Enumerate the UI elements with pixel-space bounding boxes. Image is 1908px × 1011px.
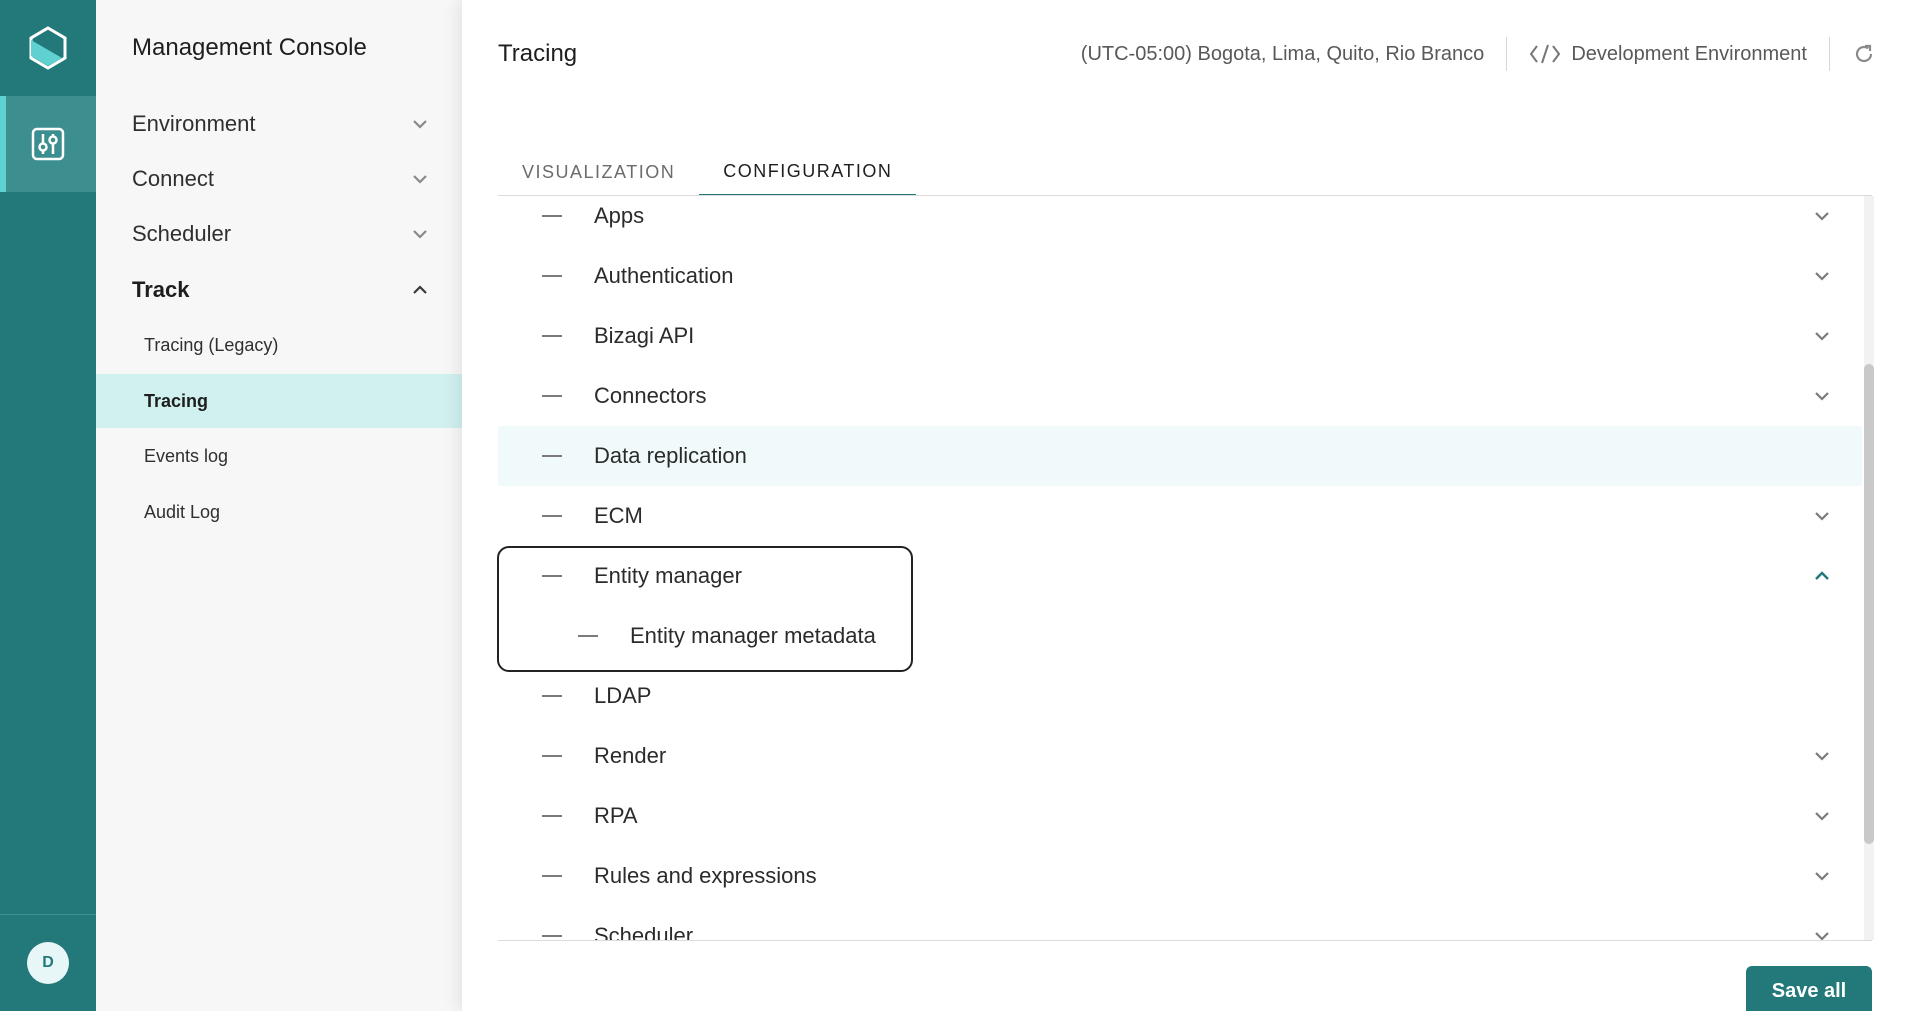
sidebar-group-track[interactable]: Track <box>132 270 432 310</box>
config-row-rpa[interactable]: RPA <box>498 786 1862 846</box>
chevron-down-icon[interactable] <box>1810 504 1834 528</box>
minus-icon <box>542 455 562 457</box>
minus-icon <box>542 275 562 277</box>
config-row-label: Rules and expressions <box>594 863 817 888</box>
config-row-scheduler[interactable]: Scheduler <box>498 906 1862 940</box>
tab-visualization[interactable]: VISUALIZATION <box>498 148 699 196</box>
environment-label: Development Environment <box>1571 42 1807 65</box>
sidebar-group-connect[interactable]: Connect <box>132 159 432 199</box>
chevron-down-icon[interactable] <box>1810 264 1834 288</box>
configuration-list: Apps Authentication Bizagi API Connector… <box>498 196 1862 940</box>
chevron-down-icon[interactable] <box>1810 804 1834 828</box>
config-row-connectors[interactable]: Connectors <box>498 366 1862 426</box>
sidebar: Management Console Environment Connect S… <box>96 0 462 1011</box>
sidebar-group-label: Environment <box>132 111 256 136</box>
minus-icon <box>578 635 598 637</box>
config-row-label: Render <box>594 743 667 768</box>
tab-bar: VISUALIZATION CONFIGURATION <box>498 148 917 196</box>
chevron-down-icon[interactable] <box>1810 324 1834 348</box>
tab-configuration[interactable]: CONFIGURATION <box>699 148 917 196</box>
environment-indicator: Development Environment <box>1529 43 1807 66</box>
chevron-up-icon <box>408 278 432 302</box>
chevron-down-icon[interactable] <box>1810 744 1834 768</box>
minus-icon <box>542 575 562 577</box>
sidebar-item-label: Events log <box>144 445 229 466</box>
config-row-label: LDAP <box>594 683 652 708</box>
sliders-icon <box>31 127 65 161</box>
icon-rail: D <box>0 0 96 1011</box>
header-divider <box>1829 37 1830 71</box>
sidebar-group-label: Track <box>132 277 190 302</box>
console-settings-nav[interactable] <box>0 96 96 192</box>
code-icon <box>1530 44 1561 64</box>
sidebar-group-label: Connect <box>132 166 214 191</box>
config-row-label: Connectors <box>594 383 707 408</box>
logo-icon <box>29 26 67 70</box>
config-row-label: Entity manager metadata <box>630 623 876 648</box>
minus-icon <box>542 935 562 937</box>
sidebar-item-tracing-legacy[interactable]: Tracing (Legacy) <box>96 318 462 372</box>
list-bottom-divider <box>498 940 1872 941</box>
chevron-down-icon[interactable] <box>1810 204 1834 228</box>
minus-icon <box>542 395 562 397</box>
chevron-down-icon <box>408 222 432 246</box>
config-row-entity-manager-metadata[interactable]: Entity manager metadata <box>498 606 1862 666</box>
config-row-label: Data replication <box>594 443 747 468</box>
header-divider <box>1506 37 1508 71</box>
sidebar-item-label: Tracing (Legacy) <box>144 334 279 355</box>
minus-icon <box>542 815 562 817</box>
main-panel: Tracing (UTC-05:00) Bogota, Lima, Quito,… <box>462 0 1908 1011</box>
config-row-authentication[interactable]: Authentication <box>498 246 1862 306</box>
sidebar-item-label: Audit Log <box>144 501 221 522</box>
sidebar-group-scheduler[interactable]: Scheduler <box>132 214 432 254</box>
config-row-label: Entity manager <box>594 563 742 588</box>
chevron-up-icon[interactable] <box>1810 564 1834 588</box>
chevron-down-icon[interactable] <box>1810 924 1834 940</box>
config-row-label: RPA <box>594 803 638 828</box>
minus-icon <box>542 335 562 337</box>
sidebar-group-environment[interactable]: Environment <box>132 104 432 144</box>
config-row-entity-manager[interactable]: Entity manager <box>498 546 1862 606</box>
config-row-ldap[interactable]: LDAP <box>498 666 1862 726</box>
timezone-label: (UTC-05:00) Bogota, Lima, Quito, Rio Bra… <box>1080 42 1485 65</box>
minus-icon <box>542 695 562 697</box>
chevron-down-icon <box>408 167 432 191</box>
scrollbar-thumb[interactable] <box>1864 364 1874 844</box>
page-title: Tracing <box>498 40 578 67</box>
sidebar-item-label: Tracing <box>144 390 209 411</box>
user-avatar[interactable]: D <box>27 942 69 984</box>
sidebar-group-label: Scheduler <box>132 221 232 246</box>
chevron-down-icon <box>408 112 432 136</box>
config-row-label: Scheduler <box>594 923 694 940</box>
rail-divider <box>0 914 96 915</box>
chevron-down-icon[interactable] <box>1810 864 1834 888</box>
save-all-button[interactable]: Save all <box>1746 966 1872 1011</box>
config-row-label: Authentication <box>594 263 734 288</box>
config-row-label: Bizagi API <box>594 323 695 348</box>
minus-icon <box>542 515 562 517</box>
minus-icon <box>542 215 562 217</box>
minus-icon <box>542 755 562 757</box>
config-row-label: Apps <box>594 203 645 228</box>
config-row-render[interactable]: Render <box>498 726 1862 786</box>
config-row-rules-and-expressions[interactable]: Rules and expressions <box>498 846 1862 906</box>
config-row-label: ECM <box>594 503 643 528</box>
sidebar-title: Management Console <box>132 34 367 61</box>
config-row-data-replication[interactable]: Data replication <box>498 426 1862 486</box>
sidebar-item-events-log[interactable]: Events log <box>96 429 462 483</box>
sidebar-item-audit-log[interactable]: Audit Log <box>96 485 462 539</box>
sidebar-item-tracing[interactable]: Tracing <box>96 374 462 428</box>
refresh-icon[interactable] <box>1852 42 1876 66</box>
app-logo[interactable] <box>0 0 96 96</box>
config-row-ecm[interactable]: ECM <box>498 486 1862 546</box>
chevron-down-icon[interactable] <box>1810 384 1834 408</box>
config-row-apps[interactable]: Apps <box>498 196 1862 246</box>
minus-icon <box>542 875 562 877</box>
header-info: (UTC-05:00) Bogota, Lima, Quito, Rio Bra… <box>1081 36 1876 72</box>
config-row-bizagi-api[interactable]: Bizagi API <box>498 306 1862 366</box>
